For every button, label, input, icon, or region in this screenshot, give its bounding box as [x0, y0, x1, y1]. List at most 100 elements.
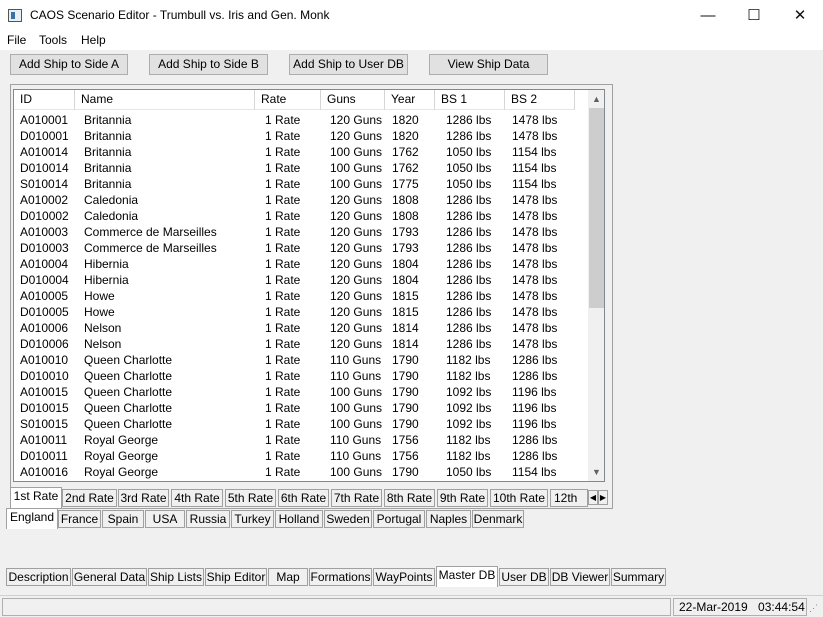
- resize-grip-icon[interactable]: ⋰: [809, 602, 821, 614]
- ship-list[interactable]: ID Name Rate Guns Year BS 1 BS 2 A010001…: [13, 89, 605, 482]
- table-row[interactable]: D010015 Queen Charlotte 1 Rate 100 Guns 1790…: [14, 400, 588, 416]
- tab-description[interactable]: Description: [6, 568, 71, 586]
- table-row[interactable]: A010002 Caledonia 1 Rate 120 Guns 1808 1286 l…: [14, 192, 588, 208]
- table-row[interactable]: A010010 Queen Charlotte 1 Rate 110 Guns 1790…: [14, 352, 588, 368]
- cell-guns: 100 Guns: [330, 417, 383, 431]
- tab-ship-lists[interactable]: Ship Lists: [148, 568, 204, 586]
- tab-7th-rate[interactable]: 7th Rate: [331, 489, 382, 507]
- tab-scroll-right-icon[interactable]: ▶: [598, 490, 608, 505]
- tab-12th-rate[interactable]: 12th: [550, 489, 588, 507]
- cell-year: 1814: [392, 321, 419, 335]
- cell-name: Britannia: [84, 161, 132, 175]
- tab-4th-rate[interactable]: 4th Rate: [171, 489, 223, 507]
- tab-5th-rate[interactable]: 5th Rate: [225, 489, 276, 507]
- cell-bs2: 1478 lbs: [512, 129, 558, 143]
- cell-rate: 1 Rate: [265, 321, 301, 335]
- table-row[interactable]: A010014 Britannia 1 Rate 100 Guns 1762 1050 l…: [14, 144, 588, 160]
- tab-8th-rate[interactable]: 8th Rate: [384, 489, 435, 507]
- table-row[interactable]: D010003 Commerce de Marseilles 1 Rate 120 G…: [14, 240, 588, 256]
- cell-bs1: 1182 lbs: [446, 353, 491, 367]
- tab-scroll-left-icon[interactable]: ◀: [588, 490, 598, 505]
- minimize-button[interactable]: —: [685, 0, 731, 31]
- tab-1st-rate[interactable]: 1st Rate: [10, 487, 62, 508]
- column-header-bs2[interactable]: BS 2: [505, 90, 575, 110]
- column-header-name[interactable]: Name: [75, 90, 255, 110]
- table-row[interactable]: D010006 Nelson 1 Rate 120 Guns 1814 1286 lbs 1…: [14, 336, 588, 352]
- tab-france[interactable]: France: [58, 510, 101, 528]
- cell-id: A010010: [20, 353, 69, 367]
- cell-guns: 100 Guns: [330, 145, 383, 159]
- tab-user-db[interactable]: User DB: [499, 568, 549, 586]
- table-row[interactable]: D010010 Queen Charlotte 1 Rate 110 Guns 1790…: [14, 368, 588, 384]
- tab-3rd-rate[interactable]: 3rd Rate: [118, 489, 169, 507]
- view-ship-data-button[interactable]: View Ship Data: [429, 54, 548, 75]
- tab-usa[interactable]: USA: [145, 510, 185, 528]
- column-header-year[interactable]: Year: [385, 90, 435, 110]
- tab-naples[interactable]: Naples: [426, 510, 471, 528]
- tab-2nd-rate[interactable]: 2nd Rate: [62, 489, 117, 507]
- tab-10th-rate[interactable]: 10th Rate: [490, 489, 548, 507]
- table-row[interactable]: D010011 Royal George 1 Rate 110 Guns 1756 118…: [14, 448, 588, 464]
- scroll-down-icon[interactable]: ▼: [588, 464, 604, 481]
- table-row[interactable]: A010016 Royal George 1 Rate 100 Guns 1790 105…: [14, 464, 588, 480]
- cell-rate: 1 Rate: [265, 241, 301, 255]
- tab-holland[interactable]: Holland: [275, 510, 323, 528]
- cell-rate: 1 Rate: [265, 113, 301, 127]
- column-header-bs1[interactable]: BS 1: [435, 90, 505, 110]
- table-row[interactable]: D010004 Hibernia 1 Rate 120 Guns 1804 1286 lb…: [14, 272, 588, 288]
- cell-rate: 1 Rate: [265, 369, 301, 383]
- tab-waypoints[interactable]: WayPoints: [373, 568, 435, 586]
- tab-portugal[interactable]: Portugal: [373, 510, 425, 528]
- tab-sweden[interactable]: Sweden: [324, 510, 372, 528]
- column-header-rate[interactable]: Rate: [255, 90, 321, 110]
- tab-denmark[interactable]: Denmark: [472, 510, 524, 528]
- table-row[interactable]: D010002 Caledonia 1 Rate 120 Guns 1808 1286 l…: [14, 208, 588, 224]
- tab-formations[interactable]: Formations: [309, 568, 372, 586]
- cell-bs1: 1286 lbs: [446, 337, 492, 351]
- table-row[interactable]: D010001 Britannia 1 Rate 120 Guns 1820 1286 l…: [14, 128, 588, 144]
- tab-map[interactable]: Map: [268, 568, 308, 586]
- table-row[interactable]: A010006 Nelson 1 Rate 120 Guns 1814 1286 lbs 1…: [14, 320, 588, 336]
- cell-bs1: 1050 lbs: [446, 177, 492, 191]
- table-row[interactable]: D010005 Howe 1 Rate 120 Guns 1815 1286 lbs 147…: [14, 304, 588, 320]
- cell-guns: 120 Guns: [330, 225, 383, 239]
- tab-ship-editor[interactable]: Ship Editor: [205, 568, 267, 586]
- tab-england[interactable]: England: [6, 508, 58, 529]
- tab-russia[interactable]: Russia: [186, 510, 230, 528]
- table-row[interactable]: A010004 Hibernia 1 Rate 120 Guns 1804 1286 lb…: [14, 256, 588, 272]
- table-row[interactable]: A010003 Commerce de Marseilles 1 Rate 120 G…: [14, 224, 588, 240]
- cell-bs1: 1182 lbs: [446, 433, 491, 447]
- table-row[interactable]: S010014 Britannia 1 Rate 100 Guns 1775 1050 l…: [14, 176, 588, 192]
- scroll-up-icon[interactable]: ▲: [588, 91, 604, 108]
- table-row[interactable]: A010001 Britannia 1 Rate 120 Guns 1820 1286 l…: [14, 112, 588, 128]
- cell-guns: 100 Guns: [330, 465, 383, 479]
- add-ship-side-b-button[interactable]: Add Ship to Side B: [149, 54, 268, 75]
- tab-master-db[interactable]: Master DB: [436, 566, 498, 587]
- tab-turkey[interactable]: Turkey: [231, 510, 274, 528]
- cell-year: 1808: [392, 209, 419, 223]
- table-row[interactable]: A010005 Howe 1 Rate 120 Guns 1815 1286 lbs 147…: [14, 288, 588, 304]
- table-row[interactable]: A010011 Royal George 1 Rate 110 Guns 1756 118…: [14, 432, 588, 448]
- tab-spain[interactable]: Spain: [102, 510, 144, 528]
- add-ship-side-a-button[interactable]: Add Ship to Side A: [10, 54, 128, 75]
- table-row[interactable]: S010015 Queen Charlotte 1 Rate 100 Guns 1790…: [14, 416, 588, 432]
- tab-general-data[interactable]: General Data: [72, 568, 147, 586]
- add-ship-user-db-button[interactable]: Add Ship to User DB: [289, 54, 408, 75]
- close-button[interactable]: ✕: [777, 0, 823, 31]
- table-row[interactable]: A010015 Queen Charlotte 1 Rate 100 Guns 1790…: [14, 384, 588, 400]
- menu-tools[interactable]: Tools: [39, 33, 67, 47]
- tab-db-viewer[interactable]: DB Viewer: [550, 568, 610, 586]
- cell-name: Britannia: [84, 145, 132, 159]
- column-header-guns[interactable]: Guns: [321, 90, 385, 110]
- column-header-id[interactable]: ID: [14, 90, 75, 110]
- maximize-button[interactable]: ☐: [731, 0, 777, 31]
- status-time: 03:44:54: [758, 600, 805, 614]
- menu-help[interactable]: Help: [81, 33, 106, 47]
- tab-9th-rate[interactable]: 9th Rate: [437, 489, 488, 507]
- table-row[interactable]: D010014 Britannia 1 Rate 100 Guns 1762 1050 l…: [14, 160, 588, 176]
- tab-6th-rate[interactable]: 6th Rate: [278, 489, 329, 507]
- list-vertical-scrollbar[interactable]: ▲ ▼: [588, 90, 604, 481]
- menu-file[interactable]: File: [7, 33, 26, 47]
- tab-summary[interactable]: Summary: [611, 568, 666, 586]
- scrollbar-thumb[interactable]: [589, 108, 604, 308]
